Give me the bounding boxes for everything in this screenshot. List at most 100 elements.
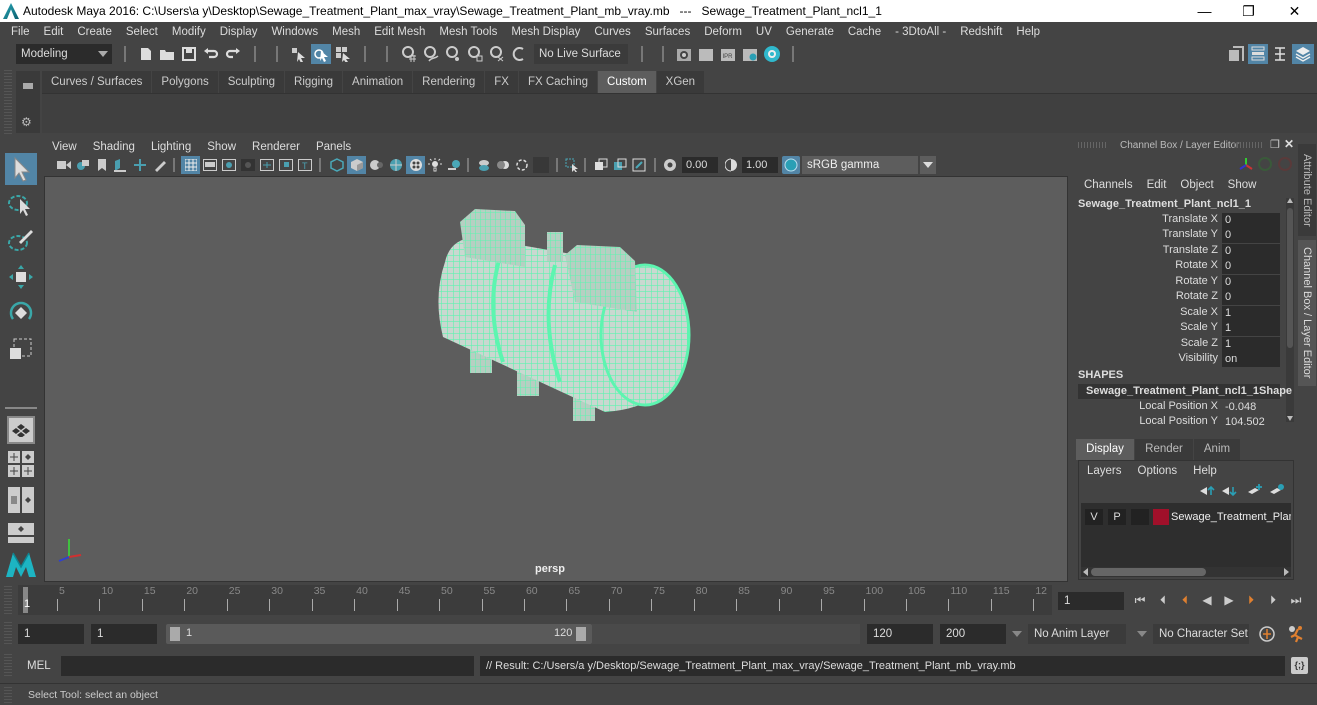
scroll-up-icon[interactable]	[1287, 198, 1293, 203]
close-button[interactable]: ✕	[1272, 0, 1317, 22]
rotate-tool-icon[interactable]	[5, 297, 37, 329]
scroll-right-icon[interactable]	[1284, 568, 1289, 576]
menu-mesh-tools[interactable]: Mesh Tools	[432, 26, 504, 38]
render-settings-icon[interactable]	[741, 45, 759, 63]
channel-scale-z[interactable]: Scale Z 1	[1076, 337, 1280, 352]
isolate-select-icon[interactable]	[564, 157, 580, 173]
layer-horizontal-scrollbar[interactable]	[1081, 567, 1291, 577]
attribute-editor-toggle-icon[interactable]	[1248, 44, 1268, 64]
render-current-frame-icon[interactable]	[697, 45, 715, 63]
play-backwards-icon[interactable]: ◀	[1199, 592, 1215, 608]
gate-mask-icon[interactable]	[240, 157, 256, 173]
menu-edit-mesh[interactable]: Edit Mesh	[367, 26, 432, 38]
menu-display[interactable]: Display	[213, 26, 265, 38]
gamma-field[interactable]: 1.00	[742, 157, 778, 173]
color-space-dropdown[interactable]: sRGB gamma	[802, 156, 918, 174]
2d-pan-zoom-icon[interactable]	[132, 157, 148, 173]
snap-to-grid-icon[interactable]	[400, 45, 418, 63]
layer-tab-anim[interactable]: Anim	[1194, 439, 1240, 460]
timeslider-drag-handle[interactable]	[4, 586, 12, 614]
new-scene-icon[interactable]	[138, 45, 154, 63]
panel-drag-handle[interactable]	[1078, 142, 1106, 148]
menu-redshift[interactable]: Redshift	[953, 26, 1009, 38]
shelf-tab-rigging[interactable]: Rigging	[285, 71, 343, 93]
channel-value[interactable]: 0	[1222, 290, 1280, 305]
layer-row[interactable]: V P Sewage_Treatment_Plant	[1081, 509, 1291, 525]
exposure-field[interactable]: 0.00	[682, 157, 718, 173]
channels-menu[interactable]: Channels	[1084, 179, 1133, 191]
play-forwards-icon[interactable]: ▶	[1221, 592, 1237, 608]
move-layer-down-icon[interactable]	[1221, 485, 1237, 500]
shelf-tab-animation[interactable]: Animation	[343, 71, 413, 93]
playback-start-field[interactable]: 1	[91, 624, 157, 644]
restore-button[interactable]: ❐	[1226, 0, 1271, 22]
menu-select[interactable]: Select	[119, 26, 165, 38]
command-input[interactable]	[61, 656, 474, 676]
go-to-end-icon[interactable]: ⏭	[1288, 592, 1304, 608]
range-slider-start-handle[interactable]	[170, 627, 180, 641]
save-scene-icon[interactable]	[180, 45, 198, 63]
channel-rotate-y[interactable]: Rotate Y 0	[1076, 275, 1280, 290]
go-to-start-icon[interactable]: ⏮	[1132, 592, 1148, 608]
layer-tab-display[interactable]: Display	[1076, 439, 1134, 460]
channel-translate-y[interactable]: Translate Y 0	[1076, 228, 1280, 243]
select-by-hierarchy-icon[interactable]	[289, 44, 309, 64]
shelf-tab-polygons[interactable]: Polygons	[152, 71, 218, 93]
channel-value[interactable]: 1	[1222, 337, 1280, 352]
viewport-menu-view[interactable]: View	[44, 141, 85, 153]
viewport-menu-panels[interactable]: Panels	[308, 141, 359, 153]
channel-value[interactable]: 104.502	[1222, 415, 1280, 430]
current-frame-field[interactable]: 1	[1058, 592, 1124, 610]
viewport-menu-lighting[interactable]: Lighting	[143, 141, 199, 153]
menu-deform[interactable]: Deform	[697, 26, 749, 38]
channel-value[interactable]: 0	[1222, 244, 1280, 259]
layers-menu[interactable]: Layers	[1087, 465, 1122, 477]
move-tool-icon[interactable]	[5, 261, 37, 293]
two-pane-layout-icon[interactable]	[7, 486, 35, 514]
channel-value[interactable]: -0.048	[1222, 400, 1280, 415]
four-view-layout-icon[interactable]	[7, 450, 35, 478]
single-perspective-layout-icon[interactable]	[7, 416, 35, 444]
channel-local-position-x[interactable]: Local Position X -0.048	[1076, 400, 1280, 415]
live-surface-field[interactable]: No Live Surface	[534, 44, 628, 64]
channel-value[interactable]: 0	[1222, 228, 1280, 243]
shelf-tab-xgen[interactable]: XGen	[656, 71, 705, 93]
anti-aliasing-icon[interactable]	[514, 157, 530, 173]
layer-help-menu[interactable]: Help	[1193, 465, 1217, 477]
snap-to-point-icon[interactable]	[444, 45, 462, 63]
create-empty-layer-icon[interactable]	[1247, 483, 1263, 500]
channel-rotate-z[interactable]: Rotate Z 0	[1076, 290, 1280, 305]
shadows-icon[interactable]	[446, 157, 462, 173]
shelf-tab-sculpting[interactable]: Sculpting	[218, 71, 285, 93]
menuset-dropdown[interactable]: Modeling	[16, 44, 112, 64]
viewport-menu-show[interactable]: Show	[199, 141, 244, 153]
field-chart-icon[interactable]	[259, 157, 275, 173]
script-language-toggle[interactable]: MEL	[27, 660, 51, 672]
layer-display-type-toggle[interactable]	[1131, 509, 1149, 525]
range-slider-end-handle[interactable]	[576, 627, 586, 641]
shelf-drag-handle[interactable]	[4, 70, 12, 134]
object-name[interactable]: Sewage_Treatment_Plant_ncl1_1	[1078, 198, 1251, 210]
channel-box-layer-editor-tab[interactable]: Channel Box / Layer Editor	[1298, 240, 1316, 386]
object-menu[interactable]: Object	[1180, 179, 1213, 191]
shelf-tab-rendering[interactable]: Rendering	[413, 71, 485, 93]
lights-icon[interactable]	[427, 157, 443, 173]
snap-to-view-plane-icon[interactable]	[466, 45, 484, 63]
animation-start-field[interactable]: 1	[18, 624, 84, 644]
attribute-editor-tab[interactable]: Attribute Editor	[1298, 144, 1316, 236]
camera-attributes-icon[interactable]	[75, 157, 91, 173]
channel-value[interactable]: 0	[1222, 213, 1280, 228]
anim-layer-dropdown[interactable]: No Anim Layer	[1028, 624, 1126, 644]
tool-settings-toggle-icon[interactable]	[1270, 44, 1290, 64]
layer-color-swatch[interactable]	[1153, 509, 1169, 525]
range-drag-handle[interactable]	[4, 622, 12, 646]
channel-scale-x[interactable]: Scale X 1	[1076, 306, 1280, 321]
channel-local-position-y[interactable]: Local Position Y 104.502	[1076, 415, 1280, 430]
hyper-icon[interactable]	[1278, 157, 1292, 171]
hypershade-icon[interactable]	[763, 45, 781, 63]
sewage-treatment-plant-model[interactable]	[438, 209, 691, 421]
menu-generate[interactable]: Generate	[779, 26, 841, 38]
scroll-left-icon[interactable]	[1083, 568, 1088, 576]
shelf-menu-icon[interactable]	[23, 83, 33, 86]
helpline-drag-handle[interactable]	[4, 687, 12, 703]
